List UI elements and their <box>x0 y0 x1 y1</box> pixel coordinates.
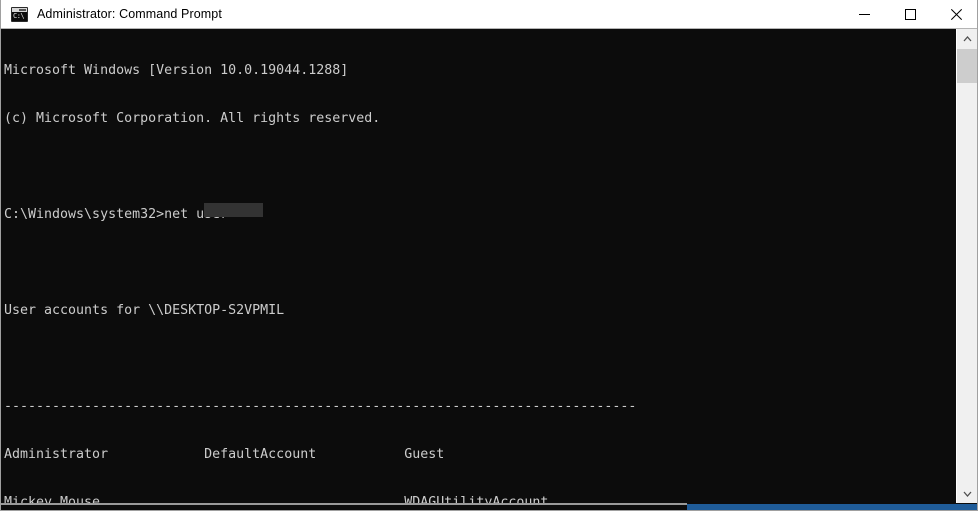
scroll-up-button[interactable] <box>957 29 977 49</box>
console-line-command: C:\Windows\system32>net user <box>4 207 229 222</box>
scrollbar-thumb[interactable] <box>957 49 977 83</box>
console-line: Microsoft Windows [Version 10.0.19044.12… <box>4 63 349 78</box>
redacted-username-block <box>204 203 263 217</box>
close-button[interactable] <box>933 0 977 29</box>
window-controls <box>841 0 977 29</box>
window-title: Administrator: Command Prompt <box>37 7 222 21</box>
maximize-icon <box>904 8 916 20</box>
console-output-area[interactable]: Microsoft Windows [Version 10.0.19044.12… <box>1 29 957 504</box>
scroll-down-button[interactable] <box>957 484 977 504</box>
chevron-up-icon <box>963 36 971 42</box>
console-line: User accounts for \\DESKTOP-S2VPMIL <box>4 303 285 318</box>
minimize-button[interactable] <box>841 0 887 29</box>
command-prompt-icon: C:\ <box>11 6 28 22</box>
taskbar-accent-strip <box>687 504 977 510</box>
console-text: Microsoft Windows [Version 10.0.19044.12… <box>1 29 957 504</box>
close-icon <box>950 8 962 20</box>
console-line: (c) Microsoft Corporation. All rights re… <box>4 111 381 126</box>
console-line-accounts-row: Administrator DefaultAccount Guest <box>4 447 445 462</box>
command-prompt-window: C:\ Administrator: Command Prompt Micros… <box>0 0 978 511</box>
maximize-button[interactable] <box>887 0 933 29</box>
window-bottom-border <box>1 503 687 505</box>
icon-label: C:\ <box>13 11 25 20</box>
chevron-down-icon <box>963 491 971 497</box>
minimize-icon <box>858 13 870 15</box>
console-line-separator: ----------------------------------------… <box>4 399 637 414</box>
vertical-scrollbar[interactable] <box>956 29 977 504</box>
title-bar[interactable]: C:\ Administrator: Command Prompt <box>1 0 977 29</box>
